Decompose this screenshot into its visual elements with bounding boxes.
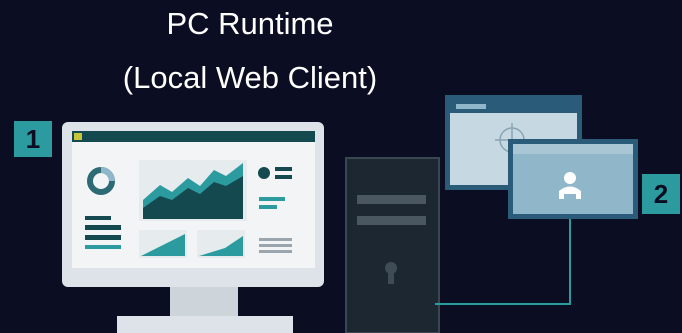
text-line-1 — [259, 197, 285, 201]
pc-tower-icon — [345, 157, 440, 333]
list-line-3 — [85, 235, 121, 240]
gray-lines-widget — [259, 238, 292, 253]
tower-drive-2 — [357, 216, 426, 225]
mini-chart-2 — [197, 230, 245, 258]
mini-chart-1 — [139, 230, 187, 258]
legend-line-2 — [275, 175, 292, 179]
tower-case — [345, 157, 440, 333]
user-window-icon — [508, 139, 638, 219]
tower-drive-1 — [357, 195, 426, 204]
gray-line-2 — [259, 244, 292, 247]
legend-line-1 — [275, 167, 292, 171]
gray-line-1 — [259, 238, 292, 241]
user-head — [564, 172, 576, 184]
gray-line-3 — [259, 250, 292, 253]
client-number-badge: 2 — [642, 174, 680, 214]
text-line-2 — [259, 205, 277, 209]
diagram-graphic — [62, 95, 638, 333]
dashboard-monitor-icon — [62, 122, 324, 333]
front-window-titlebar — [513, 144, 633, 154]
legend-dot — [258, 167, 270, 179]
list-line-4 — [85, 245, 121, 249]
list-line-2 — [85, 225, 121, 230]
screen-header-bar — [72, 131, 315, 142]
list-line-1 — [85, 216, 111, 220]
screen-header-dot — [74, 133, 82, 140]
monitor-base — [117, 316, 293, 333]
tower-lock-body — [388, 272, 394, 284]
back-window-title — [456, 104, 486, 109]
monitor-number-badge: 1 — [14, 121, 52, 157]
connector-line — [435, 217, 571, 305]
area-chart-widget — [139, 160, 247, 221]
